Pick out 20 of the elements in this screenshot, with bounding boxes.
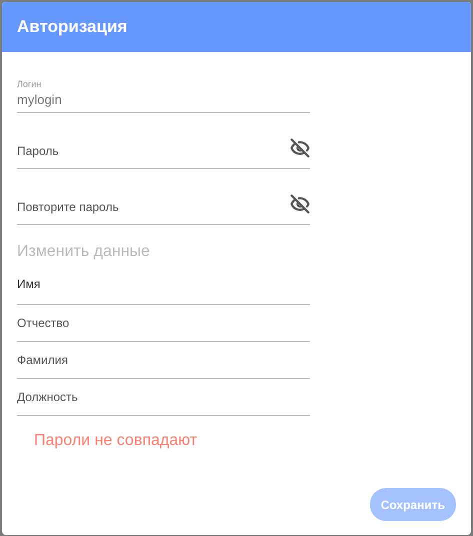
field-label: Логин [17, 79, 42, 89]
eye-off-icon[interactable] [290, 138, 310, 158]
password-field[interactable]: Повторите пароль [17, 183, 310, 225]
eye-off-icon[interactable] [290, 194, 310, 214]
error-message: Пароли не совпадают [34, 432, 198, 450]
text-field[interactable]: Отчество [17, 305, 310, 342]
text-field[interactable]: Должность [17, 379, 310, 416]
field-label: Пароль [17, 144, 60, 158]
section-title: Изменить данные [17, 243, 151, 261]
field-label: Отчество [17, 316, 70, 330]
field-label: Повторите пароль [17, 200, 120, 214]
field-value: mylogin [17, 92, 63, 107]
login-field[interactable]: Логин mylogin [17, 70, 310, 113]
password-field[interactable]: Пароль [17, 127, 310, 169]
text-field[interactable]: Имя [17, 265, 310, 305]
text-field[interactable]: Фамилия [17, 342, 310, 379]
field-label: Должность [17, 390, 79, 404]
dialog-title: Авторизация [17, 17, 128, 37]
field-label: Имя [17, 277, 42, 291]
field-label: Фамилия [17, 353, 69, 367]
